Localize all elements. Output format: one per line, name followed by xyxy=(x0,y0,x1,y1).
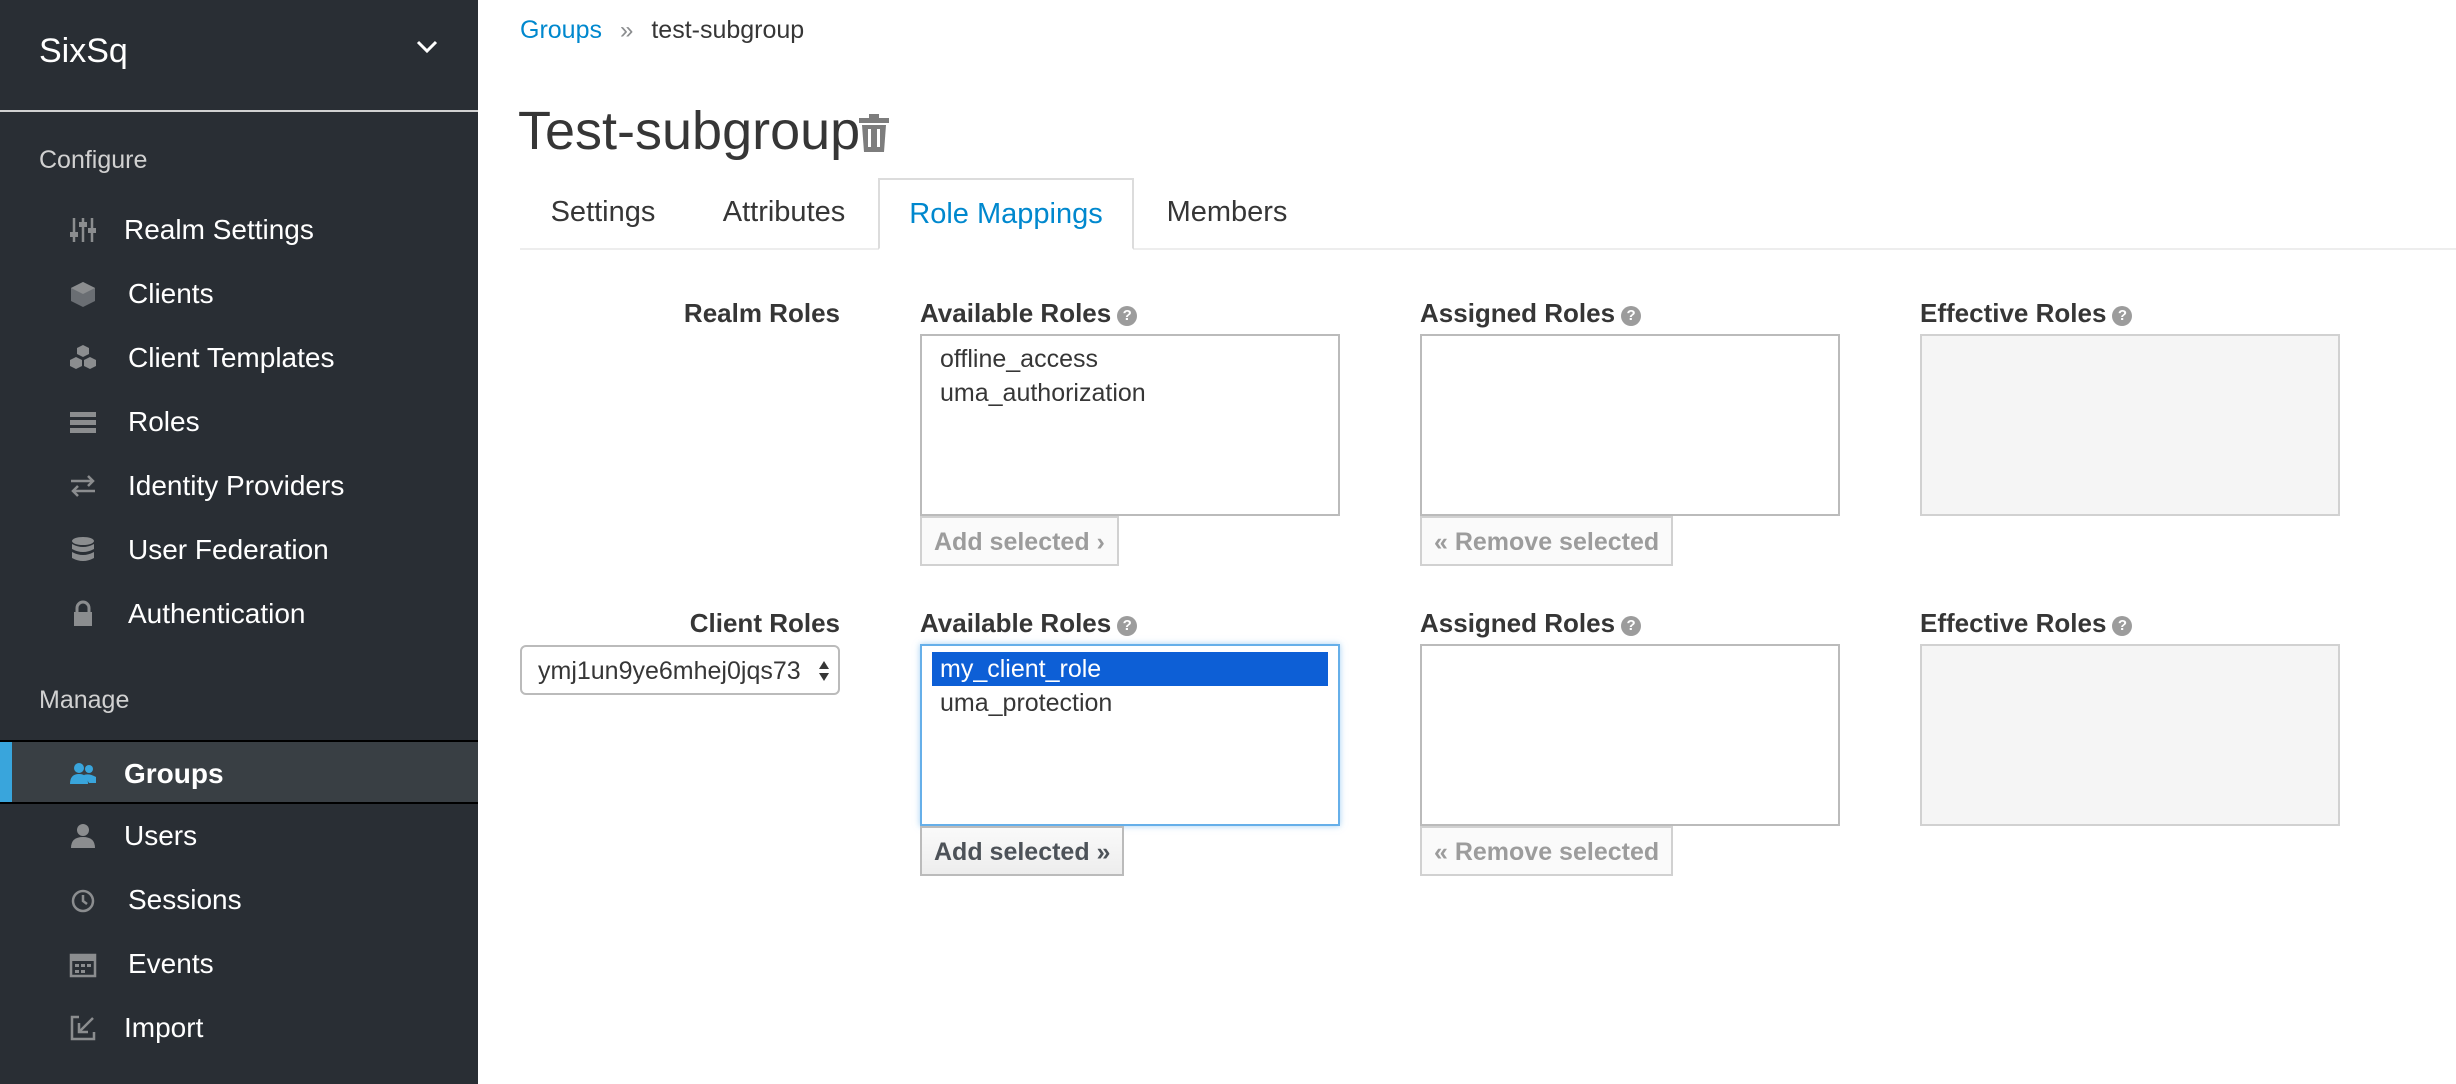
sidebar-item-realm-settings[interactable]: Realm Settings xyxy=(0,198,478,262)
help-icon[interactable]: ? xyxy=(2112,616,2133,636)
sidebar-item-label: Roles xyxy=(128,406,200,437)
list-item-selected[interactable]: my_client_role xyxy=(932,652,1328,686)
help-icon[interactable]: ? xyxy=(1621,306,1642,326)
sidebar-item-roles[interactable]: Roles xyxy=(0,390,478,454)
sidebar-item-label: Sessions xyxy=(128,884,242,915)
sidebar: SixSq Configure Realm Settings Clients C… xyxy=(0,0,478,1084)
cube-icon xyxy=(71,282,95,307)
sidebar-item-groups[interactable]: Groups xyxy=(0,740,478,804)
select-arrows-icon xyxy=(819,661,829,681)
header-text: Assigned Roles xyxy=(1420,298,1616,328)
breadcrumb-groups-link[interactable]: Groups xyxy=(520,16,602,44)
help-icon[interactable]: ? xyxy=(1117,616,1138,636)
client-available-header: Available Roles? xyxy=(920,608,1138,639)
realm-available-header: Available Roles? xyxy=(920,298,1138,329)
sidebar-item-label: Import xyxy=(124,1012,204,1043)
client-effective-roles-list xyxy=(1920,644,2340,826)
sidebar-item-client-templates[interactable]: Client Templates xyxy=(0,326,478,390)
sidebar-item-sessions[interactable]: Sessions xyxy=(0,868,478,932)
header-text: Available Roles xyxy=(920,298,1112,328)
clock-icon xyxy=(71,889,95,913)
users-icon xyxy=(70,763,96,784)
header-text: Assigned Roles xyxy=(1420,608,1616,638)
lock-icon xyxy=(74,600,92,626)
list-item[interactable]: uma_protection xyxy=(932,686,1328,720)
client-select[interactable]: ymj1un9ye6mhej0jqs73 xyxy=(520,645,840,695)
sidebar-item-label: Events xyxy=(128,948,214,979)
sidebar-item-clients[interactable]: Clients xyxy=(0,262,478,326)
realm-effective-roles-list xyxy=(1920,334,2340,516)
header-text: Effective Roles xyxy=(1920,298,2107,328)
sidebar-item-users[interactable]: Users xyxy=(0,804,478,868)
help-icon[interactable]: ? xyxy=(1117,306,1138,326)
list-item[interactable]: uma_authorization xyxy=(932,376,1328,410)
chevron-down-icon xyxy=(416,40,438,54)
sidebar-item-label: Client Templates xyxy=(128,342,335,373)
sliders-icon xyxy=(70,218,96,242)
sidebar-item-events[interactable]: Events xyxy=(0,932,478,996)
realm-selector[interactable]: SixSq xyxy=(0,0,478,112)
tab-bar: Settings Attributes Role Mappings Member… xyxy=(520,178,2456,250)
sidebar-item-user-federation[interactable]: User Federation xyxy=(0,518,478,582)
trash-icon[interactable] xyxy=(858,114,890,152)
client-roles-label: Client Roles xyxy=(689,608,840,638)
client-add-selected-button[interactable]: Add selected » xyxy=(920,826,1125,876)
breadcrumb-current: test-subgroup xyxy=(651,16,805,44)
breadcrumb-separator: » xyxy=(619,17,634,44)
sidebar-item-label: Users xyxy=(124,820,198,851)
tab-role-mappings[interactable]: Role Mappings xyxy=(878,178,1134,250)
tab-members[interactable]: Members xyxy=(1134,178,1320,248)
section-manage: Manage xyxy=(39,686,130,714)
exchange-icon xyxy=(71,475,95,497)
list-item[interactable]: offline_access xyxy=(932,342,1328,376)
tab-settings[interactable]: Settings xyxy=(520,178,686,248)
realm-available-roles-list[interactable]: offline_access uma_authorization xyxy=(920,334,1340,516)
sidebar-item-identity-providers[interactable]: Identity Providers xyxy=(0,454,478,518)
realm-remove-selected-button[interactable]: « Remove selected xyxy=(1420,516,1674,566)
sidebar-item-label: Realm Settings xyxy=(124,214,314,245)
header-text: Available Roles xyxy=(920,608,1112,638)
sidebar-item-label: Clients xyxy=(128,278,214,309)
client-available-roles-list[interactable]: my_client_role uma_protection xyxy=(920,644,1340,826)
realm-assigned-roles-list[interactable] xyxy=(1420,334,1840,516)
user-icon xyxy=(71,824,95,848)
sidebar-item-import[interactable]: Import xyxy=(0,996,478,1060)
help-icon[interactable]: ? xyxy=(2112,306,2133,326)
client-remove-selected-button[interactable]: « Remove selected xyxy=(1420,826,1674,876)
realm-add-selected-button[interactable]: Add selected › xyxy=(920,516,1119,566)
page-title: Test-subgroup xyxy=(518,101,861,161)
header-text: Effective Roles xyxy=(1920,608,2107,638)
help-icon[interactable]: ? xyxy=(1621,616,1642,636)
client-assigned-header: Assigned Roles? xyxy=(1420,608,1642,639)
sidebar-item-authentication[interactable]: Authentication xyxy=(0,582,478,646)
realm-name: SixSq xyxy=(39,32,128,70)
list-icon xyxy=(70,412,96,433)
cubes-icon xyxy=(70,345,96,369)
section-configure: Configure xyxy=(39,146,148,174)
database-icon xyxy=(72,537,94,561)
realm-effective-header: Effective Roles? xyxy=(1920,298,2133,329)
tab-attributes[interactable]: Attributes xyxy=(686,178,882,248)
realm-roles-label: Realm Roles xyxy=(683,298,840,328)
calendar-icon xyxy=(69,953,97,978)
import-icon xyxy=(70,1015,96,1041)
sidebar-item-label: Identity Providers xyxy=(128,470,345,501)
client-assigned-roles-list[interactable] xyxy=(1420,644,1840,826)
sidebar-item-label: User Federation xyxy=(128,534,329,565)
sidebar-item-label: Authentication xyxy=(128,598,306,629)
client-effective-header: Effective Roles? xyxy=(1920,608,2133,639)
sidebar-item-label: Groups xyxy=(124,758,224,789)
breadcrumb: Groups » test-subgroup xyxy=(520,16,804,45)
realm-assigned-header: Assigned Roles? xyxy=(1420,298,1642,329)
client-select-value: ymj1un9ye6mhej0jqs73 xyxy=(538,657,801,685)
